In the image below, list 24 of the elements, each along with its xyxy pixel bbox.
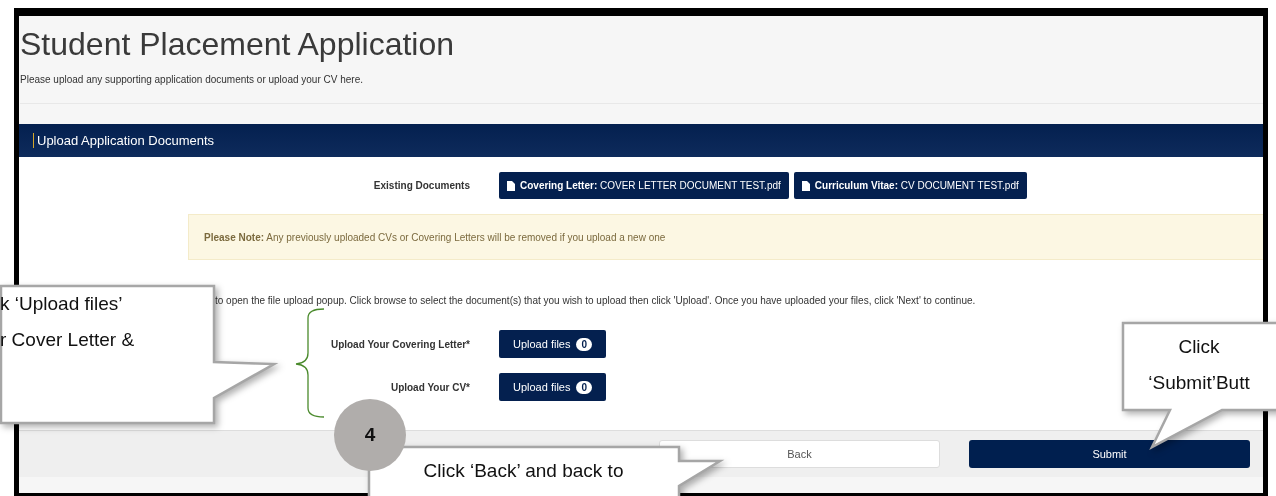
- back-button[interactable]: Back: [659, 440, 940, 468]
- file-icon: [801, 180, 810, 191]
- submit-button[interactable]: Submit: [969, 440, 1250, 468]
- panel-title: Upload Application Documents: [37, 133, 215, 148]
- instructions-text: to open the file upload popup. Click browse to select the document(s) that you wish to upload then click 'Upload'. Once you have uploaded your files, click 'Next' to continue.: [215, 295, 977, 306]
- callout-text: ‘Submit’Butt: [1147, 372, 1251, 394]
- page-title: Student Placement Application: [20, 25, 456, 64]
- upload-button[interactable]: Upload files 0: [499, 373, 606, 401]
- file-icon: [507, 180, 515, 191]
- count-badge: 0: [576, 380, 592, 394]
- callout-text: Click ‘Back’ and back to: [422, 460, 625, 482]
- page-subtitle: Please upload any supporting application documents or upload your CV here.: [20, 74, 364, 85]
- callout-text: k ‘Upload files’: [0, 293, 124, 315]
- callout-text: Click: [1177, 336, 1221, 358]
- field-label: Upload Your CV*: [390, 381, 470, 393]
- count-badge: 0: [576, 337, 592, 351]
- note-text: Please Note: Any previously uploaded CVs or Covering Letters will be removed if you upload a new one: [204, 231, 666, 243]
- document-button[interactable]: Curriculum Vitae: CV DOCUMENT TEST.pdf: [793, 172, 1027, 199]
- title-accent-bar: [33, 133, 34, 148]
- callout-text: r Cover Letter &: [0, 329, 136, 351]
- field-label: Existing Documents: [373, 180, 470, 191]
- field-label: Upload Your Covering Letter*: [330, 338, 470, 350]
- document-button[interactable]: Covering Letter: COVER LETTER DOCUMENT TEST.pdf: [499, 172, 789, 199]
- upload-button[interactable]: Upload files 0: [499, 330, 606, 358]
